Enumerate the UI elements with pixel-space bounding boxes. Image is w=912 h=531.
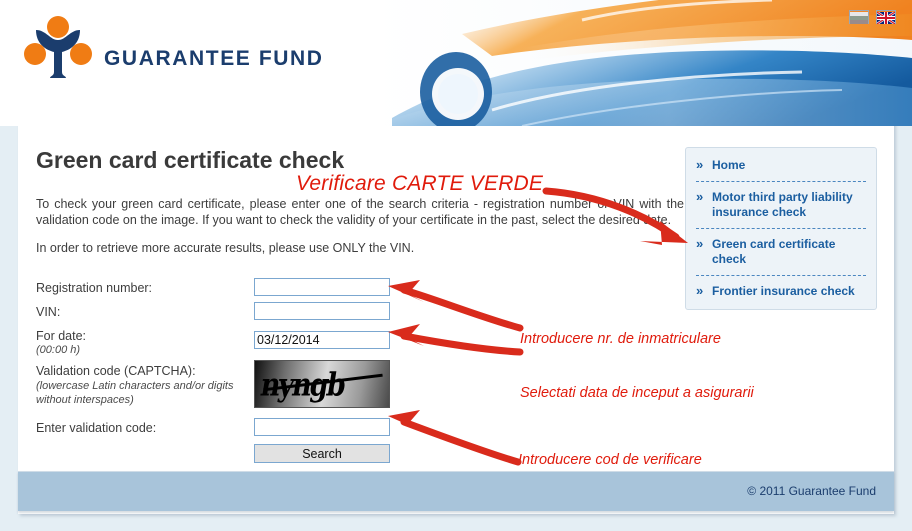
for-date-input[interactable] bbox=[254, 331, 390, 349]
sidebar-item-home[interactable]: » Home bbox=[686, 150, 876, 181]
captcha-image: nyngb bbox=[254, 360, 390, 408]
sidebar-item-green-card[interactable]: » Green card certificate check bbox=[696, 228, 866, 275]
sidebar-item-frontier[interactable]: » Frontier insurance check bbox=[696, 275, 866, 307]
sidebar-item-motor-third-party[interactable]: » Motor third party liability insurance … bbox=[696, 181, 866, 228]
sidebar-item-label: Home bbox=[712, 158, 746, 172]
vin-input[interactable] bbox=[254, 302, 390, 320]
united-kingdom-flag[interactable] bbox=[876, 10, 896, 25]
chevron-right-icon: » bbox=[696, 157, 704, 172]
annotation-arrow-to-validation-code bbox=[388, 410, 522, 466]
language-switcher[interactable] bbox=[849, 10, 896, 25]
site-footer: © 2011 Guarantee Fund bbox=[18, 471, 894, 511]
chevron-right-icon: » bbox=[696, 283, 704, 298]
browser-page: GUARANTEE FUND Green card certificate ch… bbox=[0, 0, 912, 531]
guarantee-fund-three-people-logo bbox=[22, 14, 94, 82]
vin-label: VIN: bbox=[36, 305, 61, 319]
sidebar-nav: » Home » Motor third party liability ins… bbox=[685, 147, 877, 310]
header-car-artwork bbox=[372, 0, 912, 126]
captcha-sublabel-line1: (lowercase Latin characters and/or digit… bbox=[36, 380, 234, 392]
for-date-sublabel: (00:00 h) bbox=[36, 344, 81, 356]
annotation-date: Selectati data de inceput a asigurarii bbox=[520, 385, 754, 401]
sidebar-item-label: Green card certificate check bbox=[712, 237, 836, 266]
captcha-sublabel-line2: without interspaces) bbox=[36, 394, 134, 406]
annotation-registration: Introducere nr. de inmatriculare bbox=[520, 331, 721, 347]
copyright-text: © 2011 Guarantee Fund bbox=[747, 484, 876, 498]
enter-validation-code-input[interactable] bbox=[254, 418, 390, 436]
sidebar-item-label: Motor third party liability insurance ch… bbox=[712, 190, 853, 219]
brand-name: GUARANTEE FUND bbox=[104, 47, 324, 70]
registration-number-label: Registration number: bbox=[36, 281, 153, 295]
sidebar-item-label: Frontier insurance check bbox=[712, 284, 855, 298]
registration-number-input[interactable] bbox=[254, 278, 390, 296]
for-date-label: For date: bbox=[36, 329, 87, 343]
site-header: GUARANTEE FUND bbox=[0, 0, 912, 126]
annotation-validation-code: Introducere cod de verificare bbox=[518, 452, 702, 468]
annotation-arrow-to-date bbox=[388, 324, 524, 356]
bulgaria-flag[interactable] bbox=[849, 10, 869, 24]
page-title: Green card certificate check bbox=[36, 147, 345, 173]
enter-validation-code-label: Enter validation code: bbox=[36, 421, 157, 435]
annotation-title: Verificare CARTE VERDE bbox=[296, 172, 544, 195]
search-button[interactable]: Search bbox=[254, 444, 390, 463]
captcha-label: Validation code (CAPTCHA): bbox=[36, 364, 196, 378]
annotation-arrow-to-sidebar bbox=[542, 187, 688, 245]
